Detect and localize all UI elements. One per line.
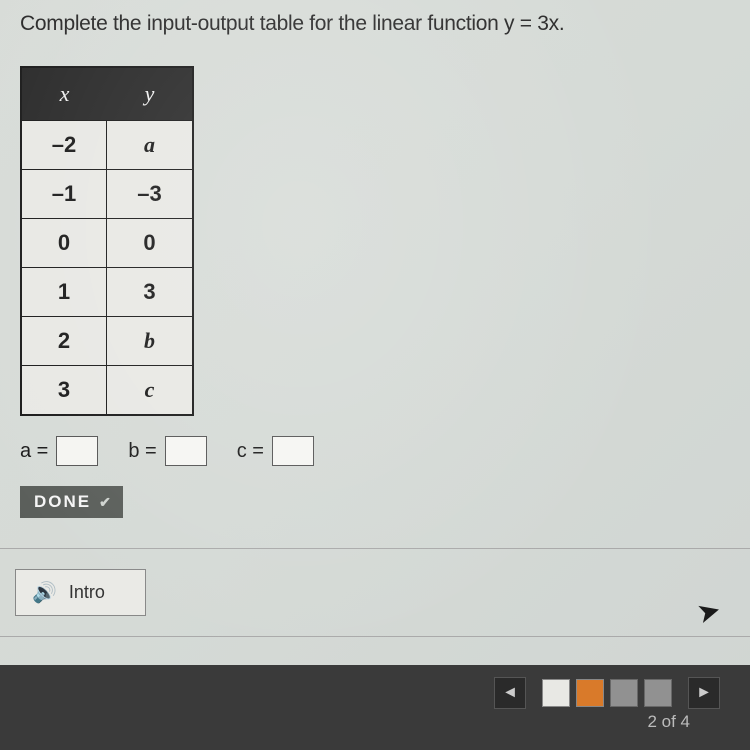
answer-a-input[interactable]: [56, 436, 98, 466]
prev-button[interactable]: ◄: [494, 677, 526, 709]
answer-b-label: b =: [128, 440, 156, 463]
header-x: x: [22, 68, 107, 120]
table-row: 0 0: [22, 218, 192, 267]
table-row: 1 3: [22, 267, 192, 316]
intro-button[interactable]: 🔊 Intro: [15, 569, 146, 616]
done-label: DONE: [34, 492, 91, 512]
answer-b-group: b =: [128, 436, 206, 466]
progress-step-1[interactable]: [542, 679, 570, 707]
answer-a-group: a =: [20, 436, 98, 466]
next-button[interactable]: ►: [688, 677, 720, 709]
answer-a-label: a =: [20, 440, 48, 463]
cell-y: 3: [107, 268, 192, 316]
cell-x: 2: [22, 317, 107, 365]
table-row: –1 –3: [22, 169, 192, 218]
cell-x: 1: [22, 268, 107, 316]
cell-x: –1: [22, 170, 107, 218]
cell-y: 0: [107, 219, 192, 267]
table-row: 2 b: [22, 316, 192, 365]
cell-x: 3: [22, 366, 107, 414]
progress-step-4[interactable]: [644, 679, 672, 707]
done-button[interactable]: DONE ✔: [20, 486, 123, 518]
table-row: –2 a: [22, 120, 192, 169]
answer-row: a = b = c =: [20, 436, 730, 466]
cell-y: c: [107, 366, 192, 414]
header-y: y: [107, 68, 192, 120]
footer-nav: ◄ ► 2 of 4: [0, 665, 750, 750]
answer-b-input[interactable]: [165, 436, 207, 466]
speaker-icon: 🔊: [32, 580, 57, 605]
answer-c-group: c =: [237, 436, 314, 466]
table-row: 3 c: [22, 365, 192, 414]
check-icon: ✔: [99, 494, 113, 511]
intro-label: Intro: [69, 582, 105, 603]
instruction-text: Complete the input-output table for the …: [20, 12, 730, 36]
cell-x: 0: [22, 219, 107, 267]
cell-x: –2: [22, 121, 107, 169]
cell-y: b: [107, 317, 192, 365]
io-table: x y –2 a –1 –3 0 0 1 3 2 b 3 c: [20, 66, 194, 416]
progress-step-3[interactable]: [610, 679, 638, 707]
answer-c-input[interactable]: [272, 436, 314, 466]
cell-y: a: [107, 121, 192, 169]
page-indicator: 2 of 4: [647, 712, 690, 732]
table-header-row: x y: [22, 68, 192, 120]
answer-c-label: c =: [237, 440, 264, 463]
intro-section: 🔊 Intro: [0, 548, 750, 637]
cell-y: –3: [107, 170, 192, 218]
progress-step-2[interactable]: [576, 679, 604, 707]
